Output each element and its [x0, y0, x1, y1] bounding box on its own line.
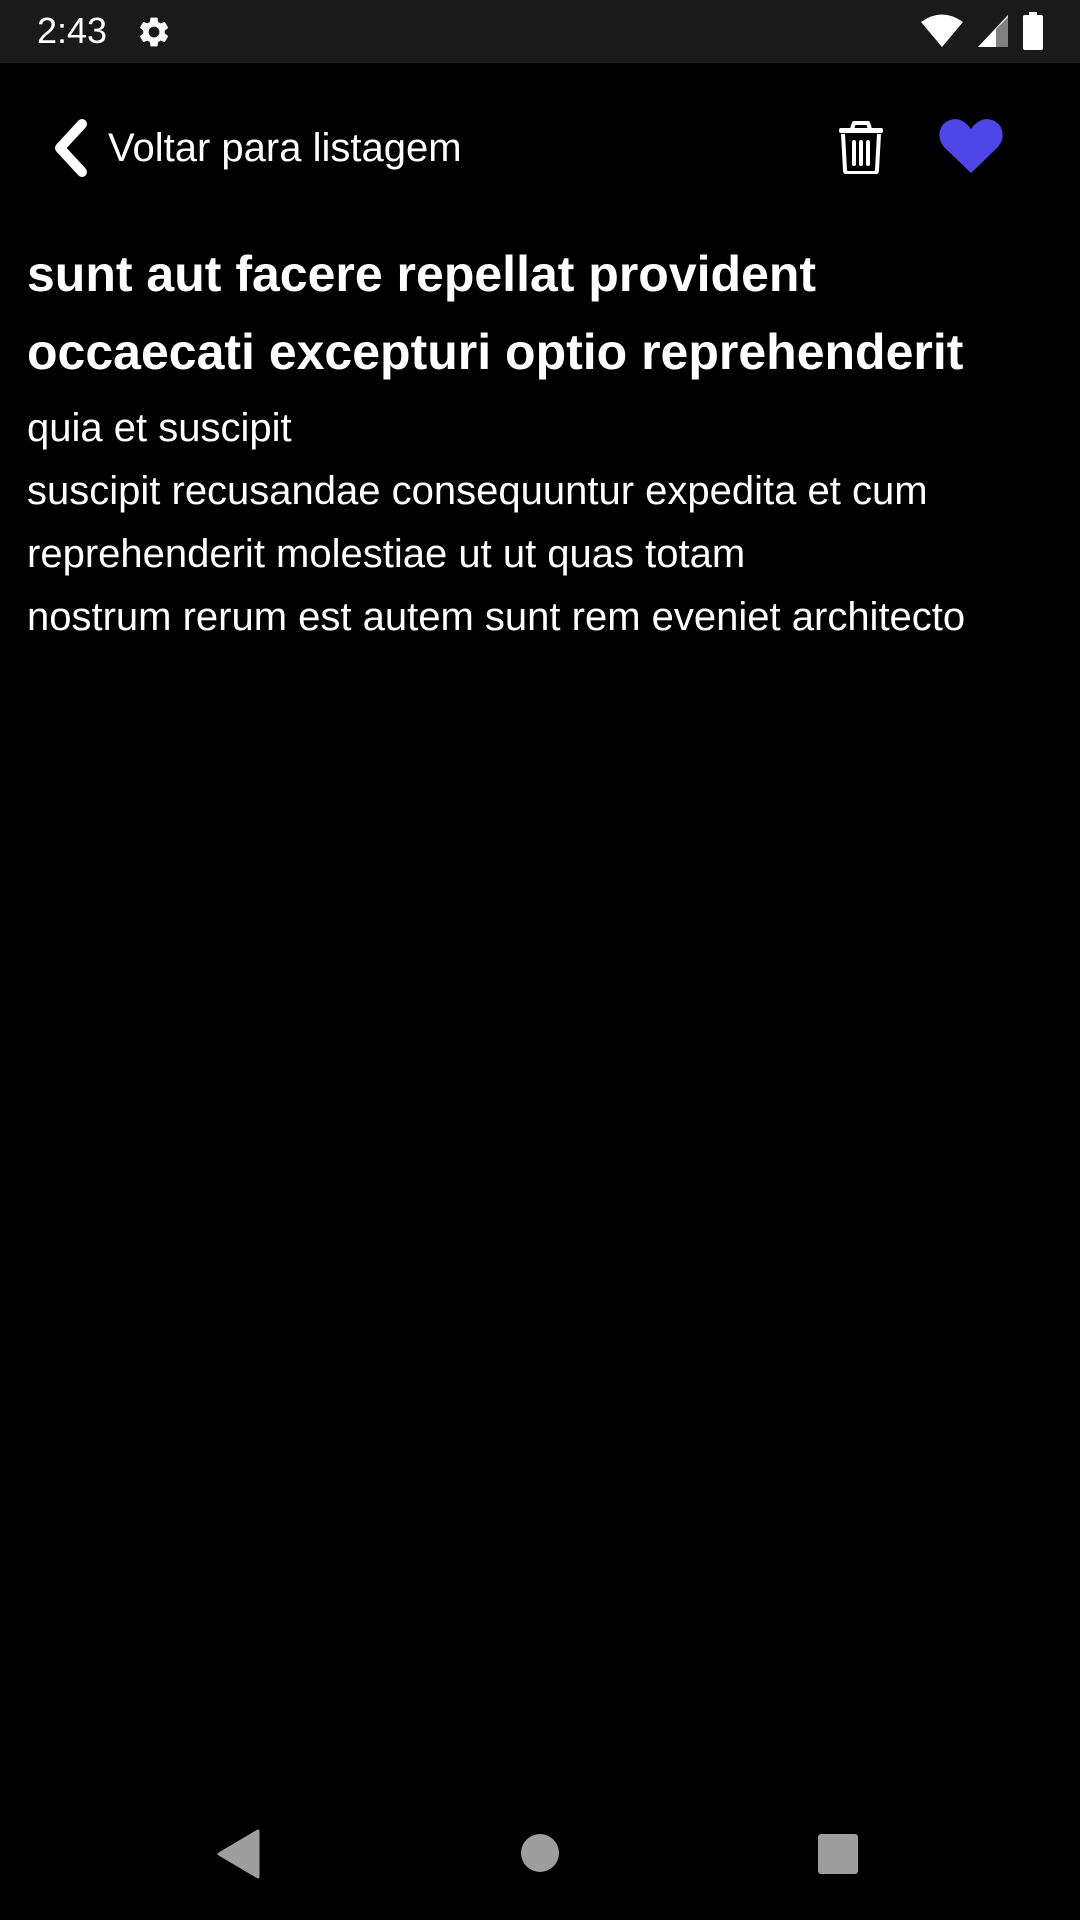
nav-back-icon[interactable] — [216, 1829, 260, 1879]
cell-signal-icon — [976, 13, 1010, 54]
navigation-bar — [0, 1794, 1080, 1920]
back-button[interactable]: Voltar para listagem — [40, 113, 462, 183]
nav-home-icon[interactable] — [521, 1834, 559, 1872]
wifi-icon — [920, 13, 964, 54]
nav-recents-icon[interactable] — [818, 1834, 858, 1874]
trash-icon — [837, 118, 885, 179]
status-bar: 2:43 — [0, 0, 1080, 63]
chevron-left-icon — [40, 113, 100, 183]
status-icons — [920, 12, 1044, 55]
status-time: 2:43 — [37, 10, 108, 51]
screen: 2:43 Voltar para listagem sunt aut facer… — [0, 0, 1080, 1920]
header: Voltar para listagem — [0, 63, 1080, 233]
battery-icon — [1022, 12, 1044, 55]
post-body: quia et suscipit suscipit recusandae con… — [27, 406, 966, 639]
post-detail: sunt aut facere repellat provident occae… — [27, 235, 1057, 649]
heart-icon — [938, 118, 1004, 179]
delete-button[interactable] — [830, 115, 892, 181]
favorite-button[interactable] — [935, 115, 1007, 181]
post-title: sunt aut facere repellat provident occae… — [27, 246, 964, 380]
back-label: Voltar para listagem — [108, 125, 462, 170]
gear-icon — [136, 14, 172, 50]
